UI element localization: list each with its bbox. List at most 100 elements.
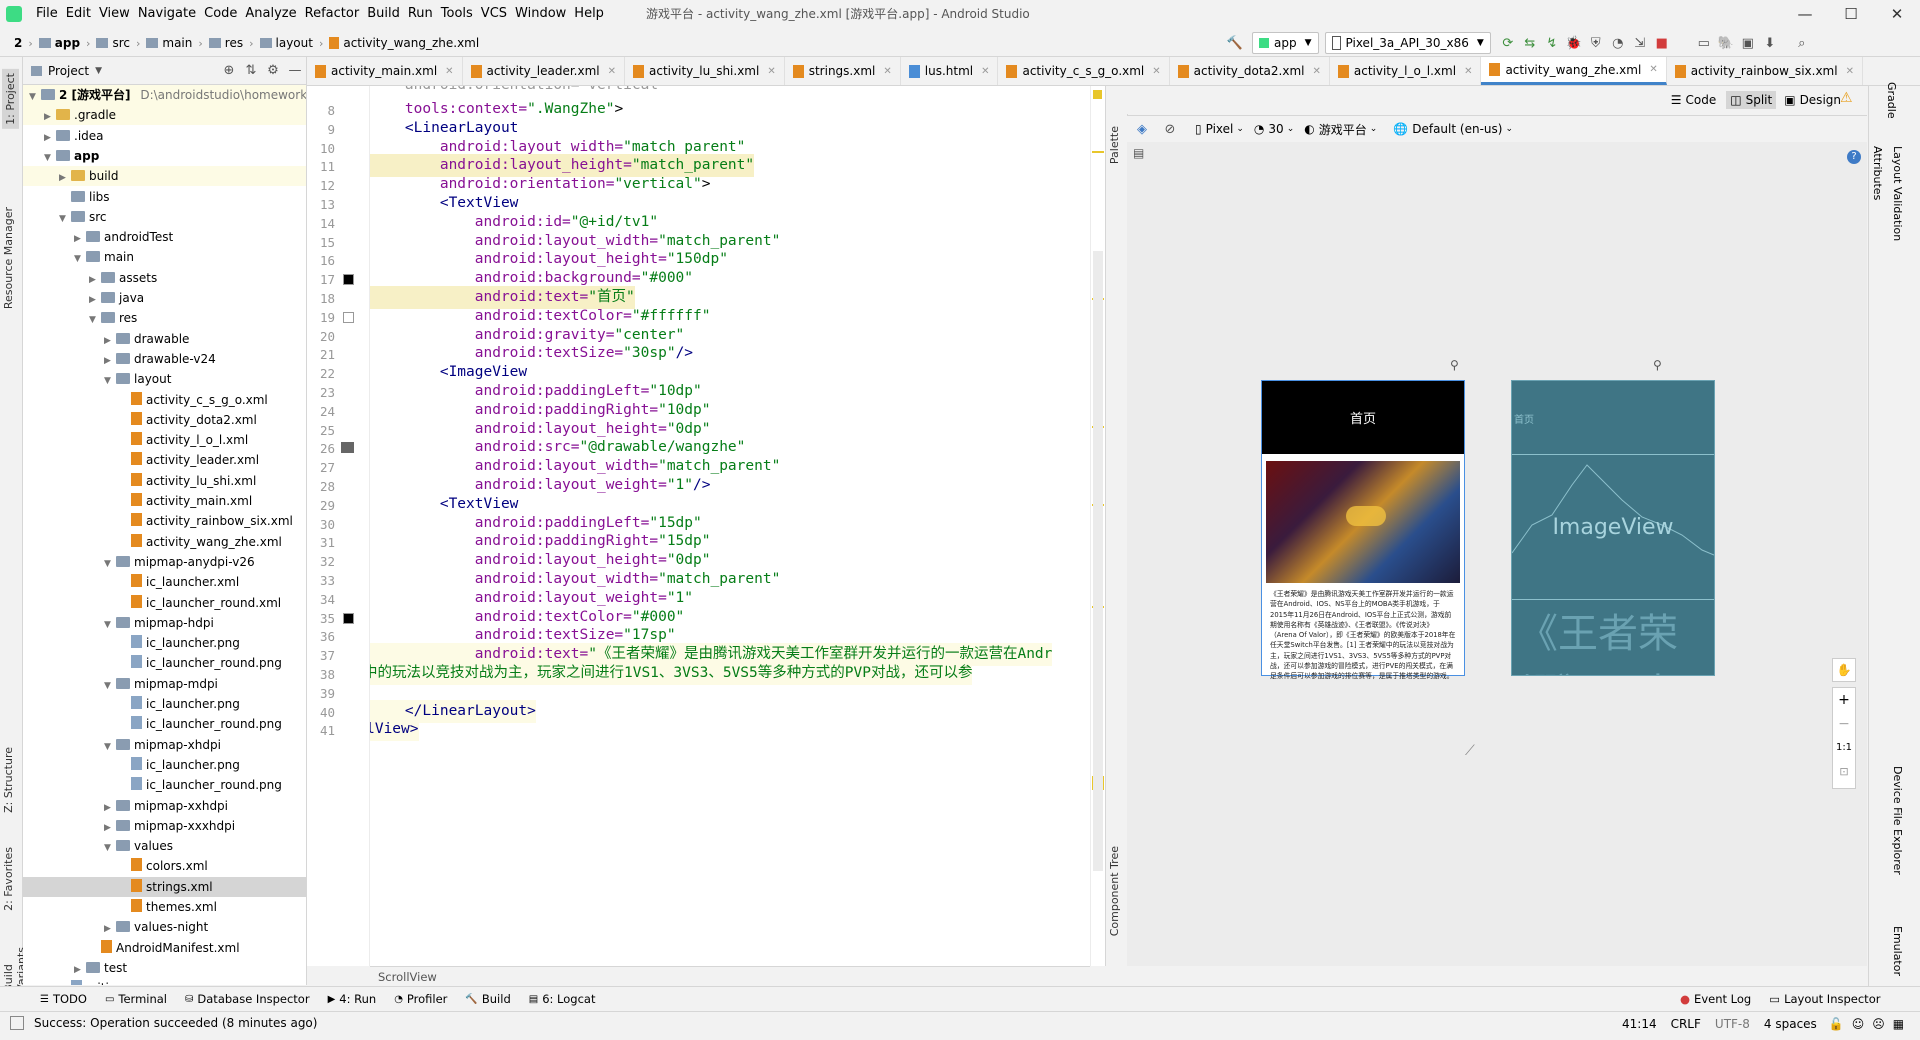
component-tree-tab[interactable]: Component Tree [1108, 846, 1121, 936]
layout-inspector-tab[interactable]: ▭ Layout Inspector [1769, 992, 1880, 1006]
run-config-select[interactable]: app ▼ [1252, 32, 1319, 54]
design-canvas[interactable]: ▤ ? ⚲ ⚲ 首页 《王者荣耀》是由腾讯游戏天美工作室群开发并运行的一款运营在… [1127, 142, 1867, 966]
project-tool-tab[interactable]: 1: Project [2, 69, 19, 129]
palette-tab[interactable]: Palette [1108, 126, 1121, 164]
cursor-position[interactable]: 41:14 [1622, 1017, 1657, 1031]
coverage-icon[interactable]: ⛨ [1585, 32, 1607, 54]
bottom-tab[interactable]: ⛁ Database Inspector [185, 992, 310, 1006]
blueprint-imageview[interactable]: ImageView [1512, 455, 1714, 600]
menu-edit[interactable]: Edit [66, 0, 91, 28]
sdk-manager-icon[interactable]: ⬇ [1759, 32, 1781, 54]
expand-arrow-icon[interactable]: ▶ [44, 107, 56, 127]
expand-arrow-icon[interactable]: ▶ [104, 351, 116, 371]
warning-icon[interactable]: ⚠ [1840, 90, 1853, 106]
tree-item[interactable]: activity_wang_zhe.xml [23, 532, 306, 552]
expand-arrow-icon[interactable]: ▼ [89, 310, 101, 330]
game-artwork-image[interactable] [1266, 461, 1460, 583]
attributes-toggle-icon[interactable]: ▤ [1133, 146, 1144, 160]
tree-item[interactable]: ▶ test [23, 958, 306, 978]
tree-item[interactable]: ▶ drawable [23, 329, 306, 349]
tree-item[interactable]: ▼ mipmap-xhdpi [23, 735, 306, 755]
tree-item[interactable]: ▼ src [23, 207, 306, 227]
tree-item[interactable]: ic_launcher_round.png [23, 775, 306, 795]
collapse-all-icon[interactable]: ⇅ [240, 60, 262, 82]
close-window-button[interactable]: ✕ [1874, 0, 1920, 28]
expand-arrow-icon[interactable]: ▼ [104, 554, 116, 574]
sad-feedback-icon[interactable]: ☹ [1872, 1017, 1885, 1031]
stop-icon[interactable]: ■ [1651, 32, 1673, 54]
tree-item[interactable]: ▼ mipmap-mdpi [23, 674, 306, 694]
close-tab-icon[interactable]: ✕ [981, 66, 989, 77]
tree-item[interactable]: ic_launcher_round.png [23, 714, 306, 734]
expand-arrow-icon[interactable]: ▶ [74, 229, 86, 249]
minimize-button[interactable]: — [1782, 0, 1828, 28]
menu-navigate[interactable]: Navigate [138, 0, 196, 28]
tree-item[interactable]: strings.xml [23, 876, 306, 897]
design-preview[interactable]: 首页 《王者荣耀》是由腾讯游戏天美工作室群开发并运行的一款运营在Android、… [1261, 380, 1465, 680]
resize-handle[interactable]: ⟋ [1465, 743, 1475, 759]
zoom-in-icon[interactable]: + [1833, 688, 1855, 712]
image-preview-icon[interactable] [341, 442, 354, 454]
expand-arrow-icon[interactable]: ▼ [104, 676, 116, 696]
bottom-tab[interactable]: 🔨 Build [465, 992, 510, 1006]
color-swatch-icon[interactable] [343, 612, 354, 624]
menu-code[interactable]: Code [204, 0, 237, 28]
close-tab-icon[interactable]: ✕ [767, 66, 775, 77]
debug-icon[interactable]: 🐞 [1563, 32, 1585, 54]
editor-tab[interactable]: activity_leader.xml ✕ [463, 57, 626, 85]
tree-item[interactable]: libs [23, 187, 306, 207]
theme-dropdown[interactable]: ◐ 游戏平台 ⌄ [1304, 121, 1377, 138]
expand-arrow-icon[interactable]: ▶ [89, 270, 101, 290]
menu-refactor[interactable]: Refactor [305, 0, 360, 28]
breadcrumb-item[interactable]: src [112, 36, 130, 50]
help-icon[interactable]: ? [1847, 150, 1861, 164]
status-message[interactable]: Success: Operation succeeded (8 minutes … [34, 1016, 317, 1030]
breadcrumb-item[interactable]: res [225, 36, 243, 50]
profile-icon[interactable]: ◔ [1607, 32, 1629, 54]
zoom-fit-icon[interactable]: ⊡ [1833, 760, 1855, 784]
menu-tools[interactable]: Tools [441, 0, 473, 28]
tree-item[interactable]: ▶ drawable-v24 [23, 349, 306, 369]
breadcrumb-item[interactable]: 2 [14, 36, 22, 50]
expand-arrow-icon[interactable]: ▶ [104, 919, 116, 939]
tree-item[interactable]: ▼ main [23, 247, 306, 267]
tree-item[interactable]: ▶ values-night [23, 917, 306, 937]
device-manager-icon[interactable]: ▭ [1693, 32, 1715, 54]
code-line[interactable]: </ScrollView> [370, 718, 419, 742]
lock-icon[interactable]: 🔓 [1829, 1017, 1844, 1031]
tree-item[interactable]: activity_c_s_g_o.xml [23, 390, 306, 410]
locate-icon[interactable]: ⊕ [218, 60, 240, 82]
tree-item[interactable]: ic_launcher.png [23, 694, 306, 714]
editor-tab[interactable]: lus.html ✕ [901, 57, 999, 85]
tree-item[interactable]: ▶ androidTest [23, 227, 306, 247]
menu-view[interactable]: View [99, 0, 130, 28]
code-editor[interactable]: android:orientation="vertical" tools:con… [370, 86, 1090, 966]
menu-help[interactable]: Help [574, 0, 604, 28]
editor-tab[interactable]: activity_main.xml ✕ [307, 57, 463, 85]
structure-tab[interactable]: Z: Structure [2, 747, 15, 813]
zoom-out-icon[interactable]: − [1833, 712, 1855, 736]
tree-item[interactable]: ▶ java [23, 288, 306, 308]
attributes-tab[interactable]: Attributes [1871, 146, 1884, 200]
menu-build[interactable]: Build [367, 0, 400, 28]
gear-icon[interactable]: ⚙ [262, 60, 284, 82]
tree-item[interactable]: ▼ app [23, 146, 306, 166]
editor-tab[interactable]: activity_wang_zhe.xml ✕ [1481, 57, 1667, 85]
chevron-down-icon[interactable]: ▼ [95, 66, 102, 76]
tree-root[interactable]: ▼ 2 [游戏平台] D:\androidstudio\homework [23, 85, 306, 105]
preview-header-text[interactable]: 首页 [1262, 381, 1464, 454]
tree-item[interactable]: ▶ mipmap-xxhdpi [23, 796, 306, 816]
expand-arrow-icon[interactable]: ▼ [104, 615, 116, 635]
avd-manager-icon[interactable]: ▣ [1737, 32, 1759, 54]
expand-arrow-icon[interactable]: ▶ [59, 168, 71, 188]
tree-item[interactable]: activity_main.xml [23, 491, 306, 511]
bottom-tab[interactable]: ▶ 4: Run [328, 992, 377, 1006]
tree-item[interactable]: activity_rainbow_six.xml [23, 511, 306, 531]
tree-item[interactable]: ic_launcher.png [23, 755, 306, 775]
tree-item[interactable]: ▶ .gradle [23, 105, 306, 127]
expand-arrow-icon[interactable]: ▼ [59, 209, 71, 229]
close-tab-icon[interactable]: ✕ [445, 66, 453, 77]
toggle-tool-windows-icon[interactable] [10, 1016, 24, 1030]
blueprint-preview[interactable]: 首页 ImageView 《王者荣耀》是由 [1511, 380, 1715, 676]
menu-vcs[interactable]: VCS [481, 0, 507, 28]
